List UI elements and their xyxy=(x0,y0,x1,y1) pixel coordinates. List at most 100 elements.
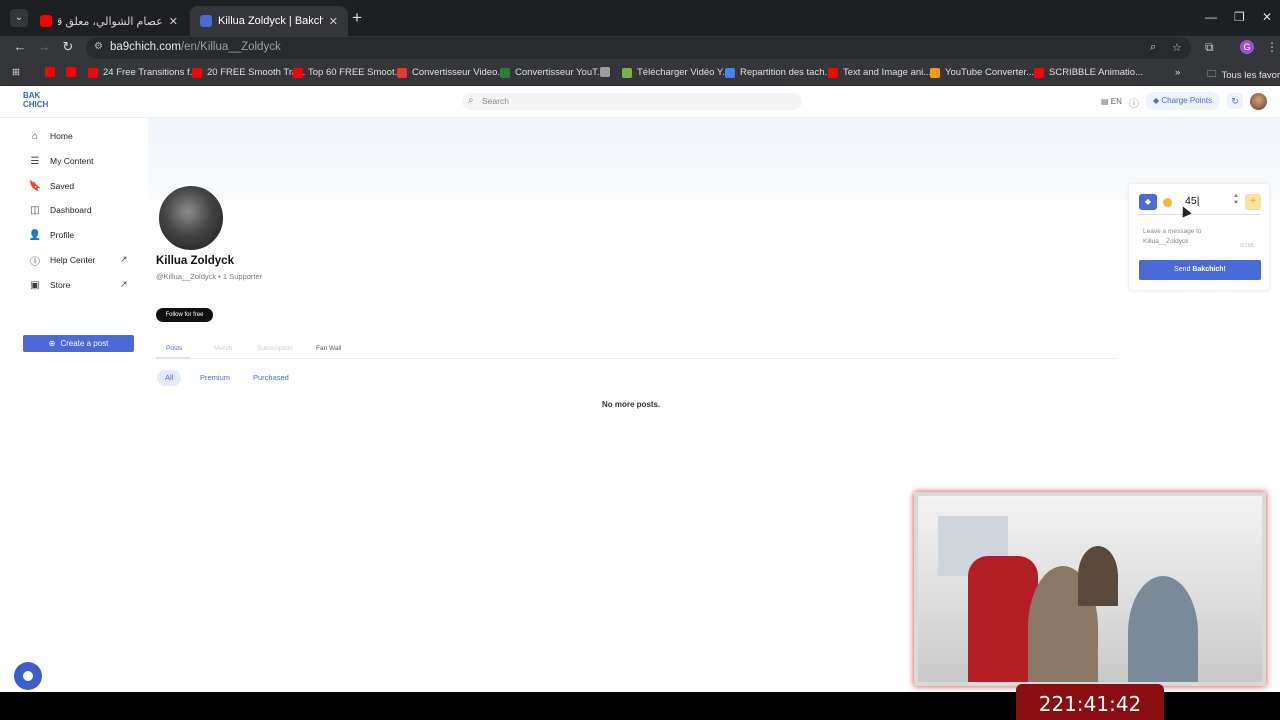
close-tab-icon[interactable]: ✕ xyxy=(329,15,338,28)
sidebar-item-saved[interactable]: 🔖 Saved xyxy=(28,178,74,194)
external-link-icon: ↗ xyxy=(120,254,128,264)
filter-purchased[interactable]: Purchased xyxy=(245,370,297,386)
tab-search-button[interactable]: ⌄ xyxy=(10,9,28,27)
reload-icon[interactable]: ↻ xyxy=(59,39,77,55)
browser-menu-icon[interactable]: ⋮ xyxy=(1266,40,1278,54)
chat-support-icon[interactable] xyxy=(14,662,42,690)
close-tab-icon[interactable]: ✕ xyxy=(169,15,178,28)
bookmark-label: Télécharger Vidéo Y... xyxy=(637,67,730,78)
amount-stepper[interactable]: ▲ ▼ xyxy=(1233,193,1239,207)
window-close-icon[interactable]: ✕ xyxy=(1262,10,1272,24)
active-tab-indicator xyxy=(156,357,190,359)
sidebar: ⊕ Create a post ⌂ Home ☰ My Content 🔖 Saved ◫ Da… xyxy=(0,118,148,692)
bookmark-item[interactable]: 20 FREE Smooth Tra... xyxy=(192,67,305,78)
bookmark-label: 24 Free Transitions f... xyxy=(103,67,198,78)
plus-circle-icon: ⊕ xyxy=(48,339,56,348)
sidebar-item-my-content[interactable]: ☰ My Content xyxy=(28,153,94,169)
new-tab-button[interactable]: + xyxy=(352,9,362,27)
bookmark-item[interactable]: Text and Image ani... xyxy=(828,67,931,78)
site-search-input[interactable]: ⌕ Search xyxy=(462,93,802,110)
sidebar-item-store[interactable]: ▣ Store xyxy=(28,277,70,293)
sidebar-item-profile[interactable]: 👤 Profile xyxy=(28,227,74,243)
forward-icon[interactable]: → xyxy=(35,39,53,54)
bookmark-favicon-icon xyxy=(397,67,407,78)
back-icon[interactable]: ← xyxy=(11,39,29,54)
sidebar-item-label: Profile xyxy=(50,230,75,240)
tab-posts[interactable]: Posts xyxy=(166,345,182,352)
bookmark-item[interactable] xyxy=(66,67,81,77)
sidebar-item-dashboard[interactable]: ◫ Dashboard xyxy=(28,202,91,218)
tab-subscription[interactable]: Subscription xyxy=(257,345,293,352)
tab-fan-wall[interactable]: Fan Wall xyxy=(316,345,341,352)
language-selector[interactable]: ▤ EN xyxy=(1101,97,1122,106)
bookmark-icon: 🔖 xyxy=(28,180,42,192)
language-label: EN xyxy=(1110,97,1122,106)
bakchich-logo[interactable]: BAK CHICH xyxy=(23,91,48,109)
bookmark-item[interactable]: 24 Free Transitions f... xyxy=(88,67,198,78)
apps-grid-icon[interactable]: ⊞ xyxy=(12,67,20,78)
info-icon[interactable]: ⓘ xyxy=(1129,95,1139,110)
empty-posts-message: No more posts. xyxy=(602,400,661,409)
browser-profile-avatar[interactable]: G xyxy=(1240,40,1254,54)
bookmark-item[interactable]: Télécharger Vidéo Y... xyxy=(622,67,730,78)
send-label: Send xyxy=(1174,266,1193,273)
bookmark-favicon-icon xyxy=(725,67,735,78)
follow-button[interactable]: Follow for free xyxy=(156,308,213,322)
sidebar-item-label: Help Center xyxy=(50,255,96,265)
webcam-overlay xyxy=(914,492,1266,686)
minimize-icon[interactable]: — xyxy=(1205,10,1217,24)
coin-icon[interactable] xyxy=(1163,198,1172,207)
bookmark-item[interactable]: YouTube Converter... xyxy=(930,67,1034,78)
bookmark-item[interactable]: SCRIBBLE Animatio... xyxy=(1034,67,1143,78)
more-bookmarks-button[interactable]: » xyxy=(1175,67,1180,78)
bookmark-label: SCRIBBLE Animatio... xyxy=(1049,67,1143,78)
sidebar-item-label: Store xyxy=(50,280,71,290)
extensions-icon[interactable]: ⧉ xyxy=(1205,40,1214,55)
bookmark-item[interactable]: Convertisseur YouT... xyxy=(500,67,605,78)
bookmark-item[interactable] xyxy=(600,67,615,77)
add-amount-button[interactable]: + xyxy=(1245,194,1261,210)
all-bookmarks-label: Tous les favoris xyxy=(1221,69,1280,81)
browser-tab-1[interactable]: عصام الشوالي، معلق قنوات (15) ✕ xyxy=(30,6,188,36)
sidebar-item-home[interactable]: ⌂ Home xyxy=(28,128,73,144)
bookmark-label: 20 FREE Smooth Tra... xyxy=(207,67,306,78)
zoom-icon[interactable]: ⌕ xyxy=(1150,41,1156,54)
screen: ⌄ عصام الشوالي، معلق قنوات (15) ✕ Killua… xyxy=(0,0,1280,720)
external-link-icon: ↗ xyxy=(120,279,128,289)
list-icon: ☰ xyxy=(30,155,40,167)
dashboard-icon: ◫ xyxy=(30,204,40,216)
user-avatar[interactable] xyxy=(1250,93,1267,110)
bookmark-label: Top 60 FREE Smoot... xyxy=(308,67,403,78)
store-icon: ▣ xyxy=(30,279,40,291)
bookmark-favicon-icon xyxy=(66,67,76,77)
bookmark-star-icon[interactable]: ☆ xyxy=(1172,41,1182,54)
gem-icon[interactable]: ◆ xyxy=(1139,194,1157,210)
bookmark-item[interactable]: Convertisseur Video... xyxy=(397,67,505,78)
profile-handle: @Killua__Zoldyck • 1 Supporter xyxy=(156,272,263,281)
refresh-points-icon[interactable]: ↻ xyxy=(1227,93,1243,109)
profile-tabs: Posts Merch Subscription Fan Wall xyxy=(156,341,1116,359)
filter-premium[interactable]: Premium xyxy=(192,370,238,386)
bookmark-label: Text and Image ani... xyxy=(843,67,932,78)
browser-tab-bar: ⌄ عصام الشوالي، معلق قنوات (15) ✕ Killua… xyxy=(0,0,1280,36)
bookmark-label: Convertisseur Video... xyxy=(412,67,506,78)
site-info-icon[interactable]: ⚙ xyxy=(94,41,103,52)
charge-points-button[interactable]: ◆ Charge Points xyxy=(1145,92,1221,110)
help-icon: ⓘ xyxy=(30,256,40,268)
browser-tab-2[interactable]: Killua Zoldyck | Bakchich profile ✕ xyxy=(190,6,348,36)
tab-merch[interactable]: Merch xyxy=(214,345,232,352)
url-text: ba9chich.com/en/Killua__Zoldyck xyxy=(110,41,281,53)
bookmark-item[interactable] xyxy=(45,67,60,77)
all-bookmarks-folder[interactable]: 🗀 Tous les favoris xyxy=(1207,67,1280,83)
restore-icon[interactable]: ❐ xyxy=(1234,10,1245,24)
sidebar-item-help-center[interactable]: ⓘ Help Center xyxy=(28,252,95,268)
url-omnibox[interactable]: ⚙ ba9chich.com/en/Killua__Zoldyck ⌕ ☆ xyxy=(86,37,1191,59)
youtube-favicon-icon xyxy=(40,15,52,27)
filter-all[interactable]: All xyxy=(157,370,182,386)
sidebar-item-label: My Content xyxy=(50,156,94,166)
bookmark-item[interactable]: Repartition des tach... xyxy=(725,67,832,78)
send-bakchich-button[interactable]: Send Bakchich! xyxy=(1139,260,1261,280)
bookmark-item[interactable]: Top 60 FREE Smoot... xyxy=(293,67,403,78)
tip-message-input[interactable]: Leave a message to Killua__Zoldyck xyxy=(1143,227,1233,247)
create-post-button[interactable]: ⊕ Create a post xyxy=(23,335,134,352)
